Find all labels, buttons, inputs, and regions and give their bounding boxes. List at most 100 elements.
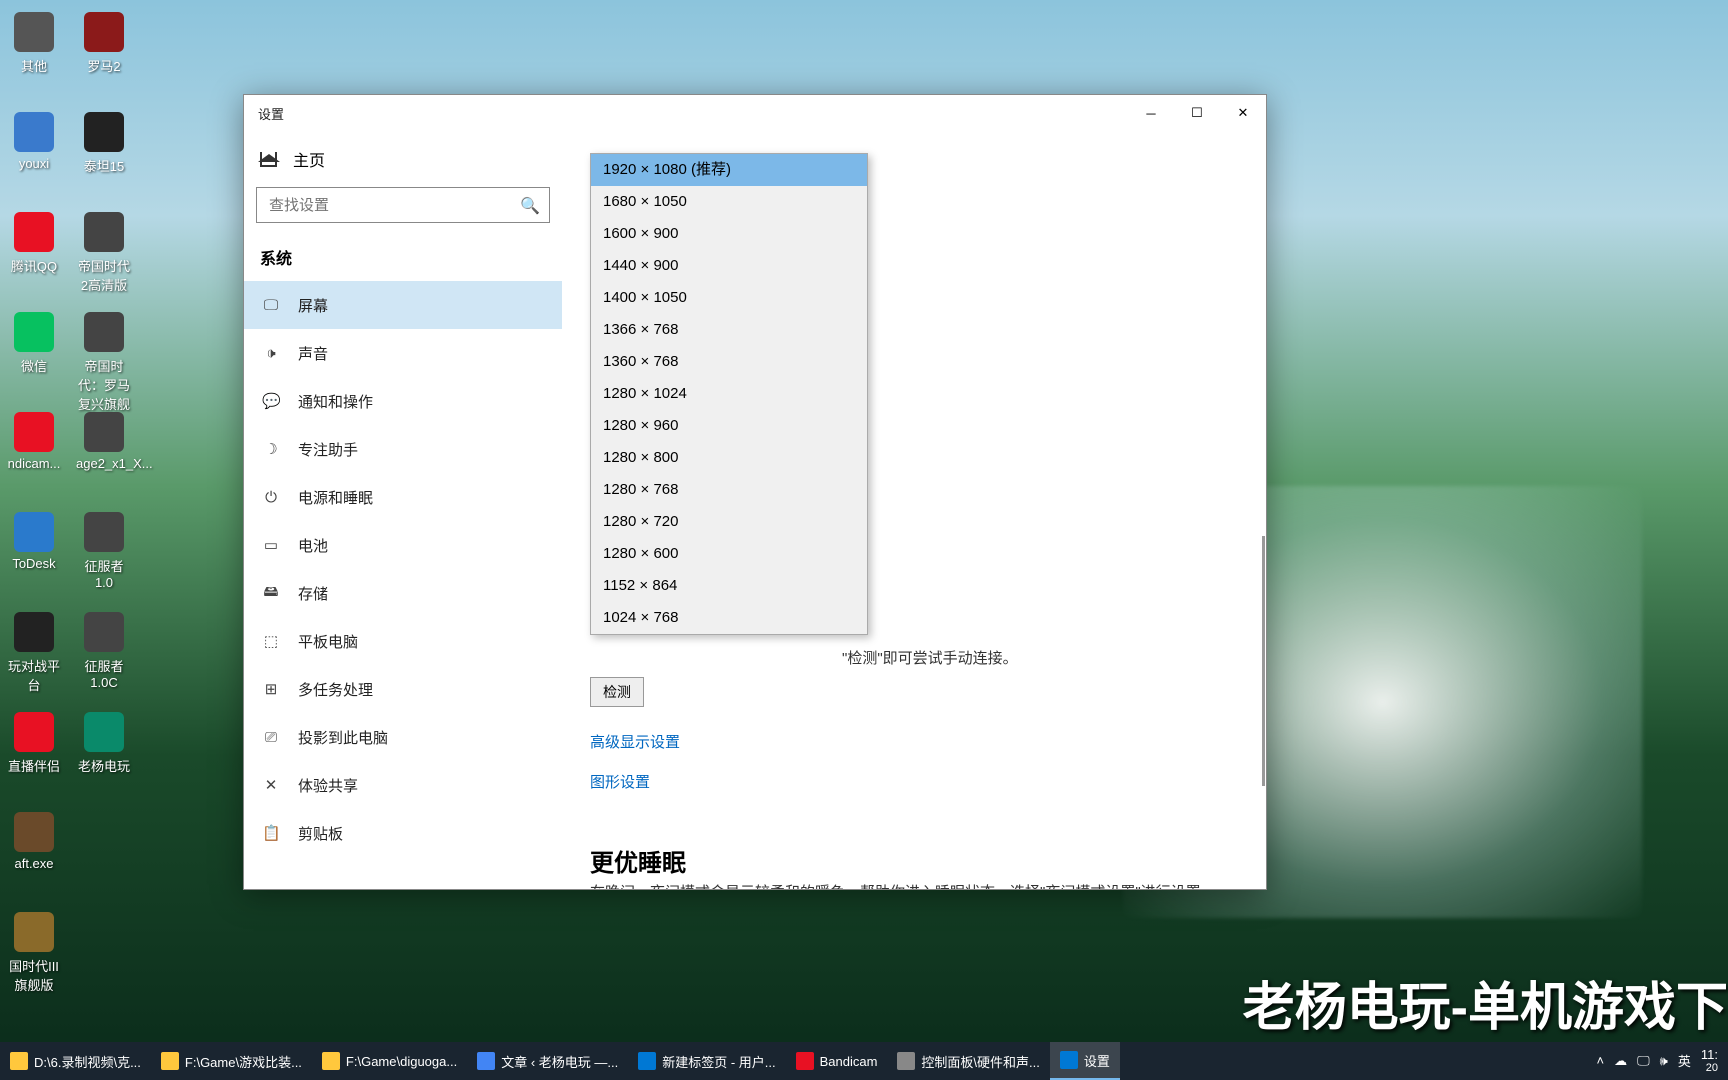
resolution-option[interactable]: 1920 × 1080 (推荐)	[591, 154, 867, 186]
resolution-option[interactable]: 1366 × 768	[591, 314, 867, 346]
desktop-icon[interactable]: 玩对战平台	[6, 612, 62, 694]
resolution-option[interactable]: 1280 × 768	[591, 474, 867, 506]
desktop-icon[interactable]: 泰坦15	[76, 112, 132, 175]
tray-volume-icon[interactable]: 🕪	[1660, 1053, 1668, 1069]
home-icon	[260, 152, 277, 167]
nav-icon: ⬚	[262, 632, 280, 650]
tray-time[interactable]: 11:	[1701, 1048, 1718, 1062]
taskbar-item[interactable]: 文章 ‹ 老杨电玩 —...	[467, 1042, 628, 1080]
nav-item[interactable]: ⎚投影到此电脑	[256, 713, 550, 761]
resolution-option[interactable]: 1280 × 800	[591, 442, 867, 474]
search-icon: 🔍	[520, 196, 540, 216]
taskbar-label: F:\Game\diguoga...	[346, 1054, 457, 1069]
desktop-icon[interactable]: 征服者1.0	[76, 512, 132, 590]
search-box[interactable]: 🔍	[256, 187, 550, 223]
taskbar-app-icon	[161, 1052, 179, 1070]
close-button[interactable]: ✕	[1220, 95, 1266, 131]
nav-item[interactable]: 💬通知和操作	[256, 377, 550, 425]
search-input[interactable]	[256, 187, 550, 223]
category-header: 系统	[256, 241, 550, 281]
desktop-icon[interactable]: 老杨电玩	[76, 712, 132, 775]
taskbar-label: Bandicam	[820, 1054, 878, 1069]
taskbar-app-icon	[322, 1052, 340, 1070]
desktop-icon[interactable]: 其他	[6, 12, 62, 75]
desktop-icon[interactable]: 直播伴侣	[6, 712, 62, 775]
taskbar-app-icon	[1060, 1051, 1078, 1069]
nav-label: 电池	[298, 535, 328, 556]
desktop-icon[interactable]: ndicam...	[6, 412, 62, 471]
resolution-option[interactable]: 1280 × 600	[591, 538, 867, 570]
window-title: 设置	[258, 104, 284, 123]
resolution-dropdown[interactable]: 1920 × 1080 (推荐)1680 × 10501600 × 900144…	[590, 153, 868, 635]
nav-label: 声音	[298, 343, 328, 364]
section-text: 在晚间，夜间模式会显示较柔和的暖色，帮助你进入睡眠状态。选择"夜间模式设置"进行…	[590, 881, 1238, 889]
tray-chevron-icon[interactable]: ˄	[1597, 1053, 1605, 1068]
nav-item[interactable]: 📋剪贴板	[256, 809, 550, 857]
minimize-button[interactable]: ─	[1128, 95, 1174, 131]
nav-label: 电源和睡眠	[298, 487, 373, 508]
nav-icon: ✕	[262, 776, 280, 794]
desktop-icon[interactable]: 腾讯QQ	[6, 212, 62, 275]
taskbar-item[interactable]: D:\6.录制视频\克...	[0, 1042, 151, 1080]
detect-button[interactable]: 检测	[590, 677, 644, 707]
nav-icon: ☽	[262, 440, 280, 458]
nav-item[interactable]: ⬚ 平板电脑	[256, 617, 550, 665]
resolution-option[interactable]: 1400 × 1050	[591, 282, 867, 314]
home-label: 主页	[293, 147, 325, 171]
nav-item[interactable]: ⊞多任务处理	[256, 665, 550, 713]
taskbar-item[interactable]: F:\Game\diguoga...	[312, 1042, 467, 1080]
nav-icon: ⎚	[262, 729, 280, 746]
desktop-icon[interactable]: 征服者1.0C	[76, 612, 132, 690]
desktop-icon[interactable]: age2_x1_X...	[76, 412, 132, 471]
nav-item[interactable]: ⏻ 电源和睡眠	[256, 473, 550, 521]
nav-item[interactable]: 🖵屏幕	[244, 281, 562, 329]
tray-monitor-icon[interactable]: 🖵	[1637, 1053, 1650, 1069]
resolution-option[interactable]: 1280 × 960	[591, 410, 867, 442]
scrollbar[interactable]	[1262, 536, 1265, 786]
advanced-display-link[interactable]: 高级显示设置	[590, 731, 680, 752]
taskbar-label: 设置	[1084, 1051, 1110, 1070]
taskbar-app-icon	[638, 1052, 656, 1070]
desktop-icon[interactable]: ToDesk	[6, 512, 62, 571]
desktop-icon[interactable]: youxi	[6, 112, 62, 171]
nav-item[interactable]: ▭电池	[256, 521, 550, 569]
nav-label: 平板电脑	[298, 631, 358, 652]
taskbar: D:\6.录制视频\克... F:\Game\游戏比装... F:\Game\dig…	[0, 1042, 1728, 1080]
section-heading: 更优睡眠	[590, 843, 686, 878]
nav-icon: 💬	[262, 392, 280, 410]
nav-item[interactable]: 🖴存储	[256, 569, 550, 617]
graphics-settings-link[interactable]: 图形设置	[590, 771, 650, 792]
taskbar-item[interactable]: 控制面板\硬件和声...	[887, 1042, 1049, 1080]
taskbar-item[interactable]: Bandicam	[786, 1042, 888, 1080]
taskbar-item[interactable]: F:\Game\游戏比装...	[151, 1042, 312, 1080]
nav-icon: 📋	[262, 824, 280, 842]
nav-item[interactable]: 🕩声音	[256, 329, 550, 377]
nav-icon: ⏻	[262, 489, 280, 506]
maximize-button[interactable]: ☐	[1174, 95, 1220, 131]
desktop-icon[interactable]: 罗马2	[76, 12, 132, 75]
resolution-option[interactable]: 1280 × 1024	[591, 378, 867, 410]
resolution-option[interactable]: 1280 × 720	[591, 506, 867, 538]
nav-item[interactable]: ✕ 体验共享	[256, 761, 550, 809]
nav-item[interactable]: ☽专注助手	[256, 425, 550, 473]
nav-icon: 🖴	[262, 581, 280, 606]
tray-cloud-icon[interactable]: ☁	[1614, 1053, 1627, 1069]
home-link[interactable]: 主页	[256, 141, 550, 187]
resolution-option[interactable]: 1024 × 768	[591, 602, 867, 634]
titlebar: 设置 ─ ☐ ✕	[244, 95, 1266, 131]
desktop-icon[interactable]: aft.exe	[6, 812, 62, 871]
resolution-option[interactable]: 1360 × 768	[591, 346, 867, 378]
desktop-icon[interactable]: 帝国时代2高清版	[76, 212, 132, 294]
taskbar-item[interactable]: 设置	[1050, 1042, 1120, 1080]
tray-ime[interactable]: 英	[1678, 1051, 1691, 1070]
taskbar-label: F:\Game\游戏比装...	[185, 1052, 302, 1071]
resolution-option[interactable]: 1680 × 1050	[591, 186, 867, 218]
desktop-icon[interactable]: 微信	[6, 312, 62, 375]
taskbar-item[interactable]: 新建标签页 - 用户...	[628, 1042, 785, 1080]
desktop-icon[interactable]: 国时代III旗舰版	[6, 912, 62, 994]
resolution-option[interactable]: 1440 × 900	[591, 250, 867, 282]
resolution-option[interactable]: 1152 × 864	[591, 570, 867, 602]
resolution-option[interactable]: 1600 × 900	[591, 218, 867, 250]
nav-icon: 🖵	[262, 297, 280, 314]
nav-label: 体验共享	[298, 775, 358, 796]
